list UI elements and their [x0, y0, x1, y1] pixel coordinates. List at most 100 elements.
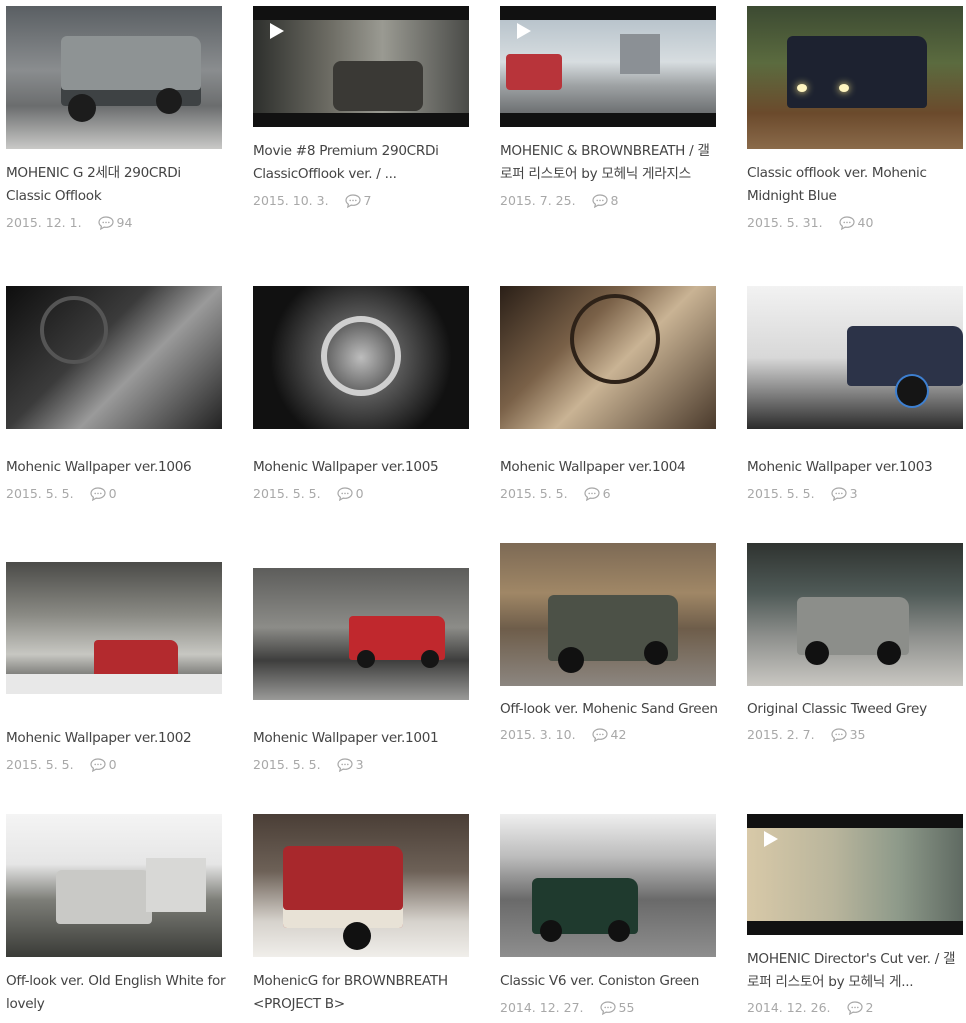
comment-count: 42: [610, 727, 627, 742]
post-thumbnail[interactable]: [6, 562, 222, 694]
speech-bubble-icon: [336, 757, 353, 772]
post-thumbnail[interactable]: [6, 814, 222, 957]
comment-count: 0: [108, 486, 117, 501]
post-card[interactable]: Classic offlook ver. Mohenic Midnight Bl…: [747, 6, 963, 230]
post-thumbnail[interactable]: [253, 286, 469, 429]
post-card[interactable]: MOHENIC G 2세대 290CRDi Classic Offlook 20…: [6, 6, 222, 230]
post-title[interactable]: Classic offlook ver. Mohenic Midnight Bl…: [747, 162, 966, 207]
post-card[interactable]: Movie #8 Premium 290CRDi ClassicOfflook …: [253, 6, 469, 208]
post-title[interactable]: Mohenic Wallpaper ver.1004: [500, 456, 720, 479]
post-date: 2015. 5. 5.: [253, 757, 321, 772]
post-title[interactable]: MOHENIC G 2세대 290CRDi Classic Offlook: [6, 162, 226, 207]
post-meta: 2014. 12. 27. 55: [500, 1000, 634, 1015]
post-meta: 2015. 5. 5. 3: [747, 486, 858, 501]
post-meta: 2015. 5. 5. 0: [253, 486, 364, 501]
post-thumbnail[interactable]: [500, 814, 716, 957]
post-meta: 2015. 5. 5. 3: [253, 757, 364, 772]
post-title[interactable]: Original Classic Tweed Grey: [747, 698, 966, 721]
post-meta: 2015. 3. 10. 42: [500, 727, 626, 742]
comment-count: 3: [355, 757, 364, 772]
play-icon[interactable]: [512, 20, 534, 42]
speech-bubble-icon: [599, 1000, 616, 1015]
speech-bubble-icon: [591, 727, 608, 742]
post-title[interactable]: MOHENIC Director's Cut ver. / 갤로퍼 리스토어 b…: [747, 948, 966, 993]
post-title[interactable]: Mohenic Wallpaper ver.1002: [6, 727, 226, 750]
post-meta: 2015. 5. 5. 0: [6, 757, 117, 772]
post-title[interactable]: Mohenic Wallpaper ver.1001: [253, 727, 473, 750]
comment-count: 0: [355, 486, 364, 501]
play-icon[interactable]: [759, 828, 781, 850]
post-card[interactable]: Off-look ver. Mohenic Sand Green 2015. 3…: [500, 543, 718, 742]
speech-bubble-icon: [89, 486, 106, 501]
post-title[interactable]: Mohenic Wallpaper ver.1003: [747, 456, 966, 479]
post-title[interactable]: Off-look ver. Old English White for love…: [6, 970, 226, 1015]
post-card[interactable]: Classic V6 ver. Coniston Green 2014. 12.…: [500, 814, 716, 1015]
post-date: 2015. 7. 25.: [500, 193, 576, 208]
post-date: 2015. 5. 5.: [500, 486, 568, 501]
post-card[interactable]: Mohenic Wallpaper ver.1005 2015. 5. 5. 0: [253, 286, 469, 501]
speech-bubble-icon: [846, 1000, 863, 1015]
post-thumbnail[interactable]: [500, 6, 716, 127]
post-thumbnail[interactable]: [6, 286, 222, 429]
post-thumbnail[interactable]: [747, 814, 963, 935]
play-icon[interactable]: [265, 20, 287, 42]
post-date: 2014. 12. 27.: [500, 1000, 584, 1015]
post-date: 2015. 5. 5.: [6, 486, 74, 501]
speech-bubble-icon: [336, 486, 353, 501]
speech-bubble-icon: [591, 193, 608, 208]
post-date: 2015. 10. 3.: [253, 193, 329, 208]
post-card[interactable]: Mohenic Wallpaper ver.1001 2015. 5. 5. 3: [253, 568, 469, 772]
post-title[interactable]: Off-look ver. Mohenic Sand Green: [500, 698, 720, 721]
comment-count: 0: [108, 757, 117, 772]
post-thumbnail[interactable]: [500, 286, 716, 429]
comment-count: 8: [610, 193, 619, 208]
post-meta: 2015. 2. 7. 35: [747, 727, 866, 742]
speech-bubble-icon: [89, 757, 106, 772]
post-card[interactable]: MohenicG for BROWNBREATH <PROJECT B>: [253, 814, 469, 1012]
post-date: 2015. 2. 7.: [747, 727, 815, 742]
post-thumbnail[interactable]: [747, 6, 963, 149]
comment-count: 35: [849, 727, 866, 742]
post-thumbnail[interactable]: [6, 6, 222, 149]
post-card[interactable]: Original Classic Tweed Grey 2015. 2. 7. …: [747, 543, 963, 742]
speech-bubble-icon: [838, 215, 855, 230]
post-title[interactable]: Classic V6 ver. Coniston Green: [500, 970, 720, 993]
comment-count: 40: [857, 215, 874, 230]
speech-bubble-icon: [344, 193, 361, 208]
post-thumbnail[interactable]: [253, 6, 469, 127]
post-thumbnail[interactable]: [253, 568, 469, 700]
comment-count: 3: [849, 486, 858, 501]
post-date: 2015. 12. 1.: [6, 215, 82, 230]
post-thumbnail[interactable]: [253, 814, 469, 957]
post-card[interactable]: Mohenic Wallpaper ver.1002 2015. 5. 5. 0: [6, 562, 222, 772]
post-title[interactable]: MohenicG for BROWNBREATH <PROJECT B>: [253, 970, 473, 1015]
post-card[interactable]: Off-look ver. Old English White for love…: [6, 814, 226, 1012]
post-title[interactable]: Mohenic Wallpaper ver.1005: [253, 456, 473, 479]
post-card[interactable]: MOHENIC Director's Cut ver. / 갤로퍼 리스토어 b…: [747, 814, 963, 1015]
post-date: 2014. 12. 26.: [747, 1000, 831, 1015]
post-card[interactable]: MOHENIC & BROWNBREATH / 갤로퍼 리스토어 by 모헤닉 …: [500, 6, 716, 208]
comment-count: 7: [363, 193, 372, 208]
post-date: 2015. 3. 10.: [500, 727, 576, 742]
post-meta: 2015. 5. 31. 40: [747, 215, 873, 230]
post-grid: MOHENIC G 2세대 290CRDi Classic Offlook 20…: [0, 0, 966, 1023]
post-meta: 2015. 12. 1. 94: [6, 215, 132, 230]
comment-count: 55: [618, 1000, 635, 1015]
post-title[interactable]: Mohenic Wallpaper ver.1006: [6, 456, 226, 479]
post-thumbnail[interactable]: [747, 543, 963, 686]
post-title[interactable]: MOHENIC & BROWNBREATH / 갤로퍼 리스토어 by 모헤닉 …: [500, 140, 720, 185]
post-card[interactable]: Mohenic Wallpaper ver.1003 2015. 5. 5. 3: [747, 286, 963, 501]
post-card[interactable]: Mohenic Wallpaper ver.1004 2015. 5. 5. 6: [500, 286, 716, 501]
post-title[interactable]: Movie #8 Premium 290CRDi ClassicOfflook …: [253, 140, 473, 185]
comment-count: 94: [116, 215, 133, 230]
post-meta: 2015. 5. 5. 0: [6, 486, 117, 501]
post-card[interactable]: Mohenic Wallpaper ver.1006 2015. 5. 5. 0: [6, 286, 222, 501]
speech-bubble-icon: [583, 486, 600, 501]
speech-bubble-icon: [97, 215, 114, 230]
post-meta: 2015. 10. 3. 7: [253, 193, 372, 208]
speech-bubble-icon: [830, 727, 847, 742]
comment-count: 6: [602, 486, 611, 501]
post-date: 2015. 5. 5.: [253, 486, 321, 501]
post-thumbnail[interactable]: [500, 543, 716, 686]
post-thumbnail[interactable]: [747, 286, 963, 429]
